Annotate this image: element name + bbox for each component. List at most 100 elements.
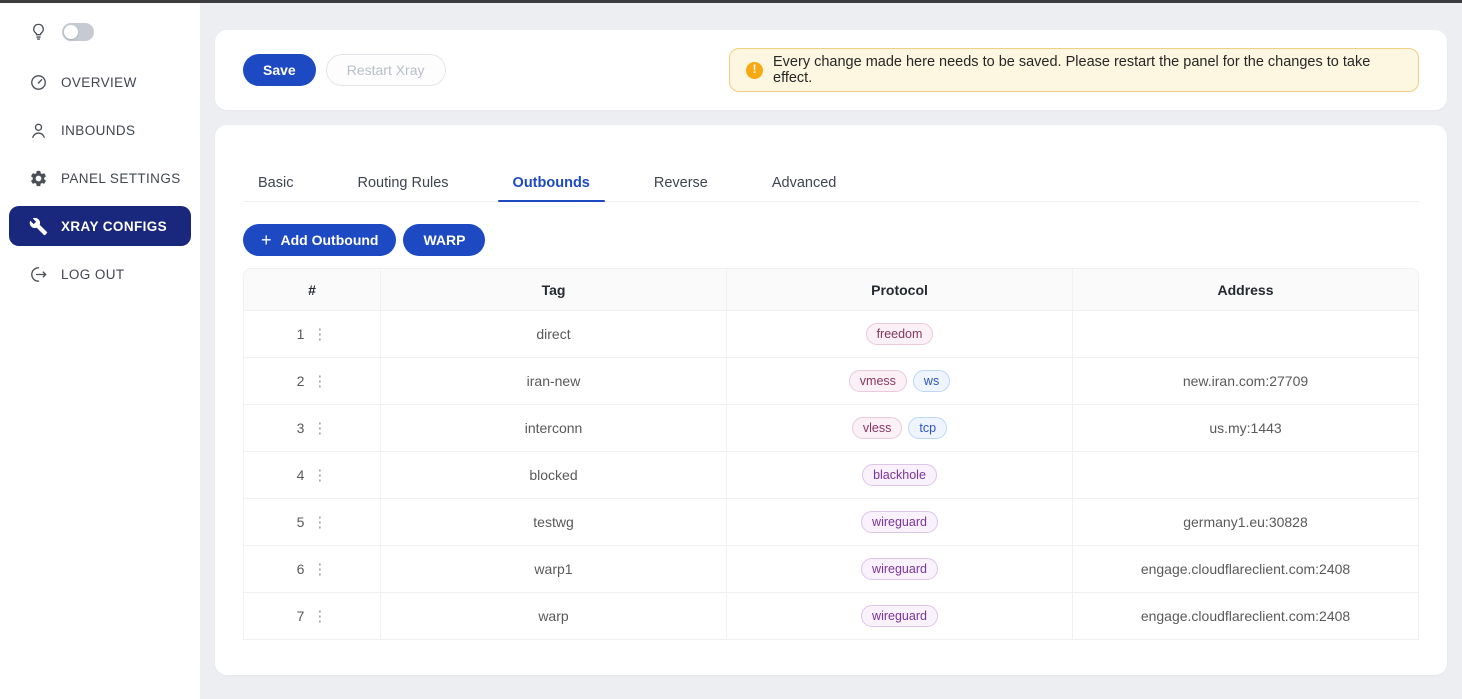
row-menu-icon[interactable]: ⋮ xyxy=(312,562,327,577)
wrench-icon xyxy=(29,217,48,236)
tag-cell: interconn xyxy=(381,405,727,452)
dashboard-icon xyxy=(29,73,48,92)
column-header-protocol: Protocol xyxy=(727,268,1073,311)
protocol-badge: wireguard xyxy=(861,558,938,580)
row-menu-icon[interactable]: ⋮ xyxy=(312,421,327,436)
restart-xray-button[interactable]: Restart Xray xyxy=(326,54,446,86)
address-cell: germany1.eu:30828 xyxy=(1073,499,1419,546)
column-header-num: # xyxy=(243,268,381,311)
num-cell: 6⋮ xyxy=(243,546,381,593)
protocol-badge: ws xyxy=(913,370,950,392)
address-cell: new.iran.com:27709 xyxy=(1073,358,1419,405)
row-number: 1 xyxy=(297,326,305,342)
theme-toggle-row xyxy=(0,3,200,45)
column-header-tag: Tag xyxy=(381,268,727,311)
row-number: 3 xyxy=(297,420,305,436)
protocol-badge: blackhole xyxy=(862,464,937,486)
main-area: Save Restart Xray ! Every change made he… xyxy=(200,3,1462,699)
theme-toggle-knob xyxy=(64,25,78,39)
alert-text: Every change made here needs to be saved… xyxy=(773,54,1402,86)
table-row: 5⋮testwgwireguardgermany1.eu:30828 xyxy=(243,499,1419,546)
warp-button[interactable]: WARP xyxy=(403,224,485,256)
row-menu-icon[interactable]: ⋮ xyxy=(312,374,327,389)
protocol-cell: blackhole xyxy=(727,452,1073,499)
tag-cell: warp1 xyxy=(381,546,727,593)
tag-cell: blocked xyxy=(381,452,727,499)
table-row: 3⋮interconnvlesstcpus.my:1443 xyxy=(243,405,1419,452)
num-cell: 4⋮ xyxy=(243,452,381,499)
table-header-row: #TagProtocolAddress xyxy=(243,268,1419,311)
sidebar-item-log-out[interactable]: LOG OUT xyxy=(0,250,200,298)
row-number: 6 xyxy=(297,561,305,577)
config-card: Basic Routing Rules Outbounds Reverse Advanc… xyxy=(215,125,1447,675)
sidebar-item-label: PANEL SETTINGS xyxy=(61,171,181,186)
sidebar-item-overview[interactable]: OVERVIEW xyxy=(0,58,200,106)
row-menu-icon[interactable]: ⋮ xyxy=(312,327,327,342)
sidebar-nav: OVERVIEW INBOUNDS PANEL SETTINGS XRAY CONFI… xyxy=(0,58,200,298)
tab-reverse[interactable]: Reverse xyxy=(639,165,723,201)
row-menu-icon[interactable]: ⋮ xyxy=(312,515,327,530)
outbounds-table: #TagProtocolAddress 1⋮directfreedom2⋮ira… xyxy=(243,268,1419,640)
logout-icon xyxy=(29,265,48,284)
sidebar-item-panel-settings[interactable]: PANEL SETTINGS xyxy=(0,154,200,202)
add-outbound-button[interactable]: + Add Outbound xyxy=(243,224,396,256)
tab-basic[interactable]: Basic xyxy=(243,165,308,201)
protocol-cell: vmessws xyxy=(727,358,1073,405)
tab-outbounds[interactable]: Outbounds xyxy=(498,165,605,201)
protocol-badge: vless xyxy=(852,417,902,439)
num-cell: 7⋮ xyxy=(243,593,381,640)
row-menu-icon[interactable]: ⋮ xyxy=(312,468,327,483)
tag-cell: iran-new xyxy=(381,358,727,405)
plus-icon: + xyxy=(261,231,272,249)
num-cell: 1⋮ xyxy=(243,311,381,358)
outbounds-table-wrap: #TagProtocolAddress 1⋮directfreedom2⋮ira… xyxy=(243,268,1419,640)
table-body: 1⋮directfreedom2⋮iran-newvmesswsnew.iran… xyxy=(243,311,1419,640)
actions-row: + Add Outbound WARP xyxy=(243,224,1419,256)
tag-cell: warp xyxy=(381,593,727,640)
protocol-cell: wireguard xyxy=(727,546,1073,593)
protocol-badge: wireguard xyxy=(861,511,938,533)
protocol-cell: wireguard xyxy=(727,593,1073,640)
row-menu-icon[interactable]: ⋮ xyxy=(312,609,327,624)
address-cell xyxy=(1073,452,1419,499)
tab-advanced[interactable]: Advanced xyxy=(757,165,852,201)
add-outbound-label: Add Outbound xyxy=(281,232,379,248)
protocol-cell: freedom xyxy=(727,311,1073,358)
table-row: 1⋮directfreedom xyxy=(243,311,1419,358)
tab-bar: Basic Routing Rules Outbounds Reverse Advanc… xyxy=(243,165,1419,202)
app-root: OVERVIEW INBOUNDS PANEL SETTINGS XRAY CONFI… xyxy=(0,3,1462,699)
sidebar-item-label: INBOUNDS xyxy=(61,123,135,138)
table-row: 4⋮blocked blackhole xyxy=(243,452,1419,499)
sidebar-item-label: XRAY CONFIGS xyxy=(61,219,167,234)
row-number: 2 xyxy=(297,373,305,389)
table-row: 6⋮warp1wireguardengage.cloudflareclient.… xyxy=(243,546,1419,593)
address-cell: us.my:1443 xyxy=(1073,405,1419,452)
sidebar: OVERVIEW INBOUNDS PANEL SETTINGS XRAY CONFI… xyxy=(0,3,200,699)
sidebar-item-xray-configs[interactable]: XRAY CONFIGS xyxy=(9,206,191,246)
table-row: 2⋮iran-newvmesswsnew.iran.com:27709 xyxy=(243,358,1419,405)
gear-icon xyxy=(29,169,48,188)
address-cell xyxy=(1073,311,1419,358)
protocol-badge: vmess xyxy=(849,370,907,392)
save-button[interactable]: Save xyxy=(243,54,316,86)
sidebar-item-label: OVERVIEW xyxy=(61,75,137,90)
bulb-icon xyxy=(29,22,48,41)
protocol-cell: vless tcp xyxy=(727,405,1073,452)
protocol-badge: wireguard xyxy=(861,605,938,627)
column-header-address: Address xyxy=(1073,268,1419,311)
warning-icon: ! xyxy=(746,62,763,79)
table-row: 7⋮warp wireguard engage.cloudflareclient.c… xyxy=(243,593,1419,640)
save-warning-alert: ! Every change made here needs to be sav… xyxy=(729,48,1419,92)
row-number: 5 xyxy=(297,514,305,530)
num-cell: 3⋮ xyxy=(243,405,381,452)
tab-routing-rules[interactable]: Routing Rules xyxy=(342,165,463,201)
theme-toggle[interactable] xyxy=(62,23,94,41)
user-icon xyxy=(29,121,48,140)
sidebar-item-inbounds[interactable]: INBOUNDS xyxy=(0,106,200,154)
num-cell: 2⋮ xyxy=(243,358,381,405)
address-cell: engage.cloudflareclient.com:2408 xyxy=(1073,593,1419,640)
tag-cell: direct xyxy=(381,311,727,358)
protocol-cell: wireguard xyxy=(727,499,1073,546)
protocol-badge: tcp xyxy=(908,417,947,439)
toolbar-card: Save Restart Xray ! Every change made he… xyxy=(215,30,1447,110)
